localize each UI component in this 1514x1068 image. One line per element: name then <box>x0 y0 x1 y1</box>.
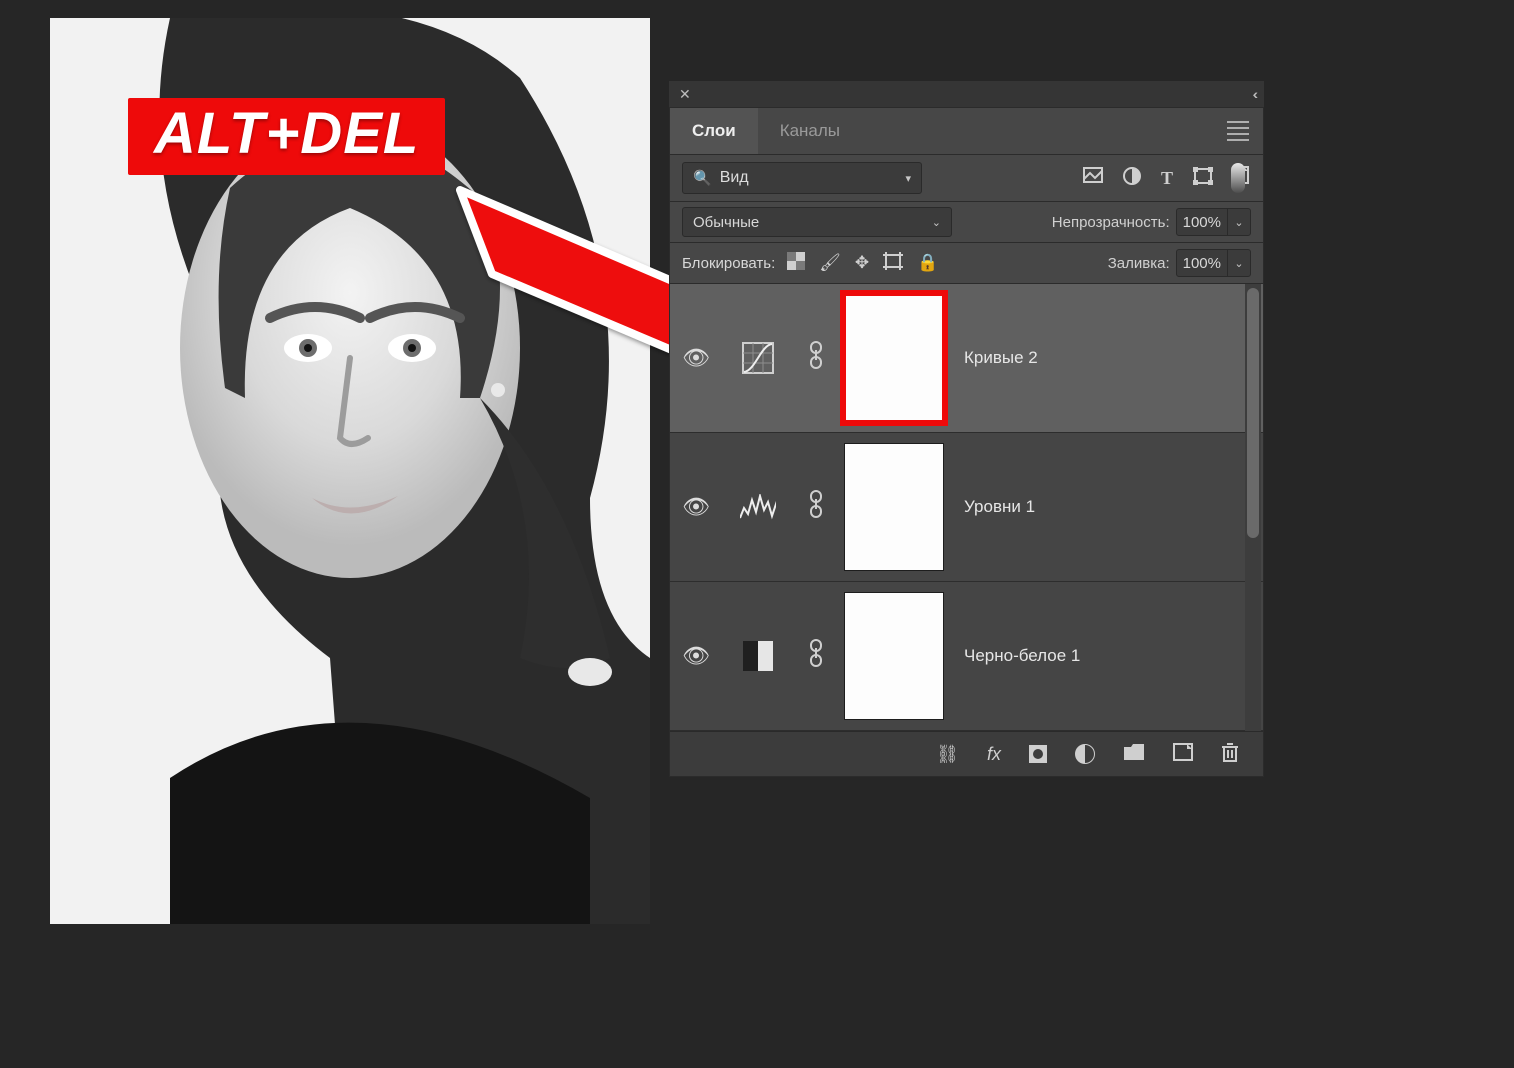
fill-label: Заливка: <box>1108 255 1170 272</box>
layer-name[interactable]: Кривые 2 <box>964 348 1038 368</box>
tab-channels[interactable]: Каналы <box>758 108 862 154</box>
new-adjustment-icon[interactable] <box>1075 744 1095 764</box>
layer-filter-select[interactable]: 🔍 Вид ▾ <box>682 162 922 194</box>
new-group-icon[interactable] <box>1123 743 1145 766</box>
chevron-down-icon: ⌄ <box>932 216 941 229</box>
adjustment-thumb[interactable] <box>740 340 776 376</box>
link-layers-icon[interactable]: ⛓ <box>936 744 959 765</box>
fill-input[interactable]: 100% ⌄ <box>1176 249 1251 277</box>
chevron-down-icon: ⌄ <box>1227 250 1250 276</box>
scrollbar-thumb[interactable] <box>1247 288 1259 538</box>
filter-toggle[interactable] <box>1231 163 1245 193</box>
visibility-toggle-icon[interactable]: 👁 <box>682 345 708 371</box>
chevron-down-icon: ▾ <box>905 172 911 185</box>
stage: ALT+DEL ✕ ‹‹ Слои Каналы 🔍 Вид ▾ <box>0 0 1514 1068</box>
lock-artboard-icon[interactable] <box>883 252 903 275</box>
visibility-toggle-icon[interactable]: 👁 <box>682 643 708 669</box>
layer-mask-thumb[interactable] <box>844 592 944 720</box>
filter-shape-icon[interactable] <box>1193 167 1213 190</box>
fill-value: 100% <box>1177 255 1227 272</box>
opacity-label: Непрозрачность: <box>1052 214 1170 231</box>
mask-link-icon[interactable] <box>808 340 824 376</box>
chevron-down-icon: ⌄ <box>1227 209 1250 235</box>
layer-mask-thumb[interactable] <box>844 294 944 422</box>
lock-pixels-icon[interactable]: 🖌 <box>819 253 841 273</box>
panel-menu-icon[interactable] <box>1227 121 1249 141</box>
filter-type-icon[interactable]: T <box>1161 168 1173 189</box>
new-layer-icon[interactable] <box>1173 743 1193 766</box>
blend-mode-value: Обычные <box>693 214 759 231</box>
filter-pixel-icon[interactable] <box>1083 167 1103 190</box>
lock-transparent-icon[interactable] <box>787 252 805 275</box>
layer-row[interactable]: 👁 Уровни 1 <box>670 433 1263 582</box>
layer-row[interactable]: 👁 Черно-белое 1 <box>670 582 1263 731</box>
fx-icon[interactable]: fx <box>987 744 1001 765</box>
layer-name[interactable]: Уровни 1 <box>964 497 1035 517</box>
lock-row: Блокировать: 🖌 ✥ 🔒 Заливка: 100% ⌄ <box>670 243 1263 284</box>
delete-layer-icon[interactable] <box>1221 742 1239 767</box>
adjustment-thumb[interactable] <box>740 489 776 525</box>
add-mask-icon[interactable] <box>1029 745 1047 763</box>
layer-mask-thumb[interactable] <box>844 443 944 571</box>
shortcut-badge: ALT+DEL <box>128 98 445 175</box>
lock-position-icon[interactable]: ✥ <box>855 253 869 273</box>
layers-panel-window: ✕ ‹‹ Слои Каналы 🔍 Вид ▾ T <box>669 81 1264 777</box>
layer-filter-label: Вид <box>720 169 749 187</box>
mask-link-icon[interactable] <box>808 638 824 674</box>
opacity-value: 100% <box>1177 214 1227 231</box>
lock-label: Блокировать: <box>682 255 775 272</box>
close-icon[interactable]: ✕ <box>679 86 691 103</box>
layer-row[interactable]: 👁 Кривые 2 <box>670 284 1263 433</box>
panel-titlebar[interactable]: ✕ ‹‹ <box>669 81 1264 107</box>
layers-list: 👁 Кривые 2 👁 Уровни 1 👁 Черно-белое 1 <box>670 284 1263 731</box>
filter-adjust-icon[interactable] <box>1123 167 1141 190</box>
opacity-input[interactable]: 100% ⌄ <box>1176 208 1251 236</box>
filter-toolbar: 🔍 Вид ▾ T <box>670 155 1263 202</box>
visibility-toggle-icon[interactable]: 👁 <box>682 494 708 520</box>
collapse-icon[interactable]: ‹‹ <box>1253 86 1254 102</box>
layer-name[interactable]: Черно-белое 1 <box>964 646 1080 666</box>
panel-footer: ⛓ fx <box>670 731 1263 776</box>
tab-layers[interactable]: Слои <box>670 108 758 154</box>
lock-all-icon[interactable]: 🔒 <box>917 253 938 273</box>
mask-link-icon[interactable] <box>808 489 824 525</box>
panel-tabs: Слои Каналы <box>670 108 1263 155</box>
adjustment-thumb[interactable] <box>740 638 776 674</box>
blend-row: Обычные ⌄ Непрозрачность: 100% ⌄ <box>670 202 1263 243</box>
scrollbar[interactable] <box>1245 284 1261 731</box>
search-icon: 🔍 <box>693 169 712 187</box>
blend-mode-select[interactable]: Обычные ⌄ <box>682 207 952 237</box>
